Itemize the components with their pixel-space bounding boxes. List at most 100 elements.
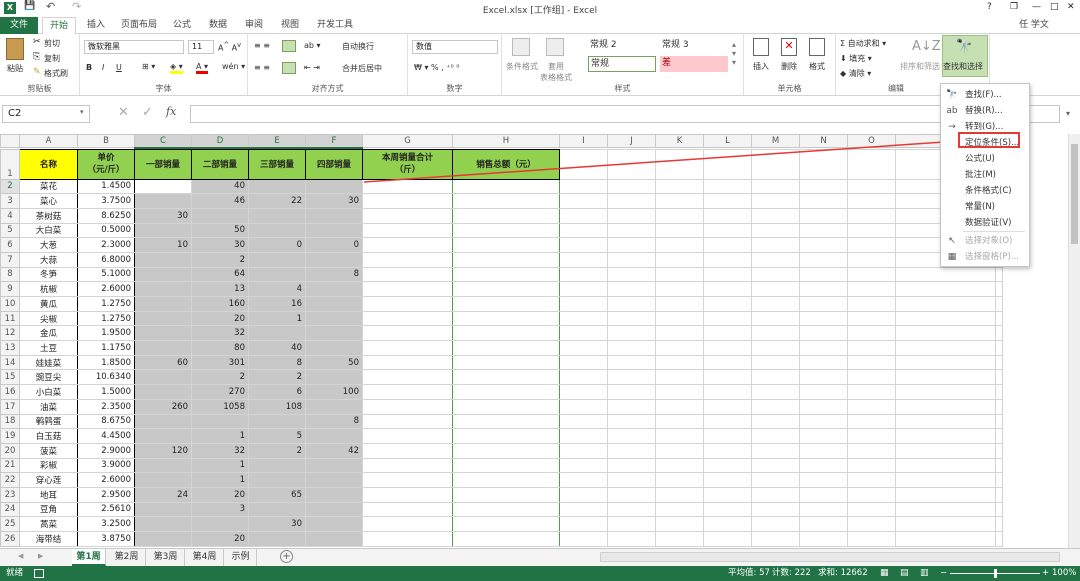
cell-empty[interactable]	[655, 296, 704, 312]
cell-sales-total[interactable]	[452, 178, 560, 195]
cell-empty[interactable]	[751, 398, 800, 415]
indent-icon[interactable]: ⇤ ⇥	[304, 63, 320, 72]
cell-empty[interactable]	[847, 531, 896, 547]
number-format-select[interactable]: 数值	[412, 40, 498, 54]
cell-dept1-sales[interactable]	[134, 222, 192, 239]
cell-empty[interactable]	[751, 281, 800, 297]
cell-empty[interactable]	[751, 384, 800, 400]
cell-empty[interactable]	[995, 266, 1003, 283]
cell-empty[interactable]	[559, 369, 608, 386]
row-header[interactable]: 17	[0, 398, 20, 415]
cell-dept4-sales[interactable]	[305, 486, 363, 503]
copy-button[interactable]: 复制	[44, 53, 60, 64]
cell-empty[interactable]	[847, 516, 896, 532]
cell-empty[interactable]	[751, 531, 800, 547]
style-normal[interactable]: 常规	[588, 56, 656, 72]
cell-empty[interactable]	[847, 428, 896, 444]
cell-empty[interactable]	[703, 296, 752, 312]
cell-dept1-sales[interactable]	[134, 457, 192, 474]
header-cell-weekly-total[interactable]: 本周销量合计 （斤）	[362, 148, 453, 180]
cell-weekly-total[interactable]	[362, 340, 453, 356]
cell-empty[interactable]	[607, 413, 656, 430]
cell-sales-total[interactable]	[452, 237, 560, 253]
cell-empty[interactable]	[895, 354, 996, 371]
cell-dept3-sales[interactable]: 65	[248, 486, 306, 503]
page-break-view-icon[interactable]: ▥	[920, 566, 929, 581]
sheet-table[interactable]: 1 名称 单价 （元/斤） 一部销量 二部销量 三部销量 四部销量 本周销量合计…	[0, 148, 1003, 547]
cell-sales-total[interactable]	[452, 281, 560, 297]
cell-empty[interactable]	[847, 281, 896, 297]
cell-weekly-total[interactable]	[362, 354, 453, 371]
cell-dept3-sales[interactable]	[248, 472, 306, 488]
cell-empty[interactable]	[559, 428, 608, 444]
cell-empty[interactable]	[751, 413, 800, 430]
cell-empty[interactable]	[751, 237, 800, 253]
cell-dept4-sales[interactable]: 8	[305, 266, 363, 283]
cell-empty[interactable]	[655, 501, 704, 518]
sheet-tab-week2[interactable]: 第2周	[108, 549, 146, 566]
cell-empty[interactable]	[559, 501, 608, 518]
cell-sales-total[interactable]	[452, 428, 560, 444]
cell-empty[interactable]	[751, 486, 800, 503]
cell-empty[interactable]	[995, 428, 1003, 444]
cell-dept3-sales[interactable]	[248, 207, 306, 224]
cell-empty[interactable]	[559, 354, 608, 371]
cut-button[interactable]: 剪切	[44, 38, 60, 49]
cell-dept2-sales[interactable]: 20	[191, 486, 249, 503]
cell-empty[interactable]	[799, 193, 848, 209]
cell-dept1-sales[interactable]	[134, 428, 192, 444]
cell-empty[interactable]	[799, 296, 848, 312]
cell-dept4-sales[interactable]	[305, 398, 363, 415]
cell-dept1-sales[interactable]	[134, 296, 192, 312]
cell-empty[interactable]	[655, 369, 704, 386]
bold-button[interactable]: B	[86, 63, 92, 72]
cell-sales-total[interactable]	[452, 266, 560, 283]
cell-empty[interactable]	[847, 398, 896, 415]
cell-name[interactable]: 金瓜	[19, 325, 78, 342]
cell-dept4-sales[interactable]	[305, 369, 363, 386]
cell-dept1-sales[interactable]: 120	[134, 442, 192, 459]
cell-empty[interactable]	[607, 531, 656, 547]
cell-empty[interactable]	[559, 310, 608, 327]
cell-price[interactable]: 6.8000	[77, 251, 135, 268]
cell-dept3-sales[interactable]: 30	[248, 516, 306, 532]
cell-empty[interactable]	[995, 340, 1003, 356]
cell-empty[interactable]	[559, 486, 608, 503]
row-header[interactable]: 14	[0, 354, 20, 371]
help-button[interactable]: ?	[987, 2, 992, 12]
cell-dept3-sales[interactable]: 40	[248, 340, 306, 356]
table-format-button[interactable]: 套用 表格格式	[540, 61, 572, 83]
cell-empty[interactable]	[995, 531, 1003, 547]
conditional-format-button[interactable]: 条件格式	[506, 61, 538, 72]
cell-empty[interactable]	[751, 222, 800, 239]
cell-dept2-sales[interactable]: 30	[191, 237, 249, 253]
cell-empty[interactable]	[847, 340, 896, 356]
menu-item[interactable]: 公式(U)	[941, 152, 1029, 167]
cell-dept4-sales[interactable]	[305, 296, 363, 312]
expand-formula-icon[interactable]: ▾	[1066, 109, 1070, 118]
format-painter-button[interactable]: 格式刷	[44, 68, 68, 79]
tab-developer[interactable]: 开发工具	[312, 17, 358, 34]
row-header[interactable]: 7	[0, 251, 20, 268]
cell-dept1-sales[interactable]: 10	[134, 237, 192, 253]
cell-price[interactable]: 1.5000	[77, 384, 135, 400]
cell-dept3-sales[interactable]: 1	[248, 310, 306, 327]
cell-empty[interactable]	[751, 340, 800, 356]
cell-empty[interactable]	[751, 251, 800, 268]
tab-insert[interactable]: 插入	[82, 17, 110, 34]
cell-empty[interactable]	[559, 281, 608, 297]
cell-empty[interactable]	[559, 207, 608, 224]
cell-name[interactable]: 冬笋	[19, 266, 78, 283]
col-header-b[interactable]: B	[77, 134, 135, 148]
insert-function-icon[interactable]: fx	[166, 105, 176, 118]
cell-empty[interactable]	[655, 398, 704, 415]
cell-empty[interactable]	[799, 398, 848, 415]
row-header[interactable]: 21	[0, 457, 20, 474]
menu-item[interactable]: 条件格式(C)	[941, 184, 1029, 199]
cell-empty[interactable]	[847, 369, 896, 386]
cell-empty[interactable]	[847, 472, 896, 488]
row-header[interactable]: 20	[0, 442, 20, 459]
cell-weekly-total[interactable]	[362, 384, 453, 400]
sort-filter-icon[interactable]: A↓Z	[912, 39, 941, 54]
cell-empty[interactable]	[799, 340, 848, 356]
